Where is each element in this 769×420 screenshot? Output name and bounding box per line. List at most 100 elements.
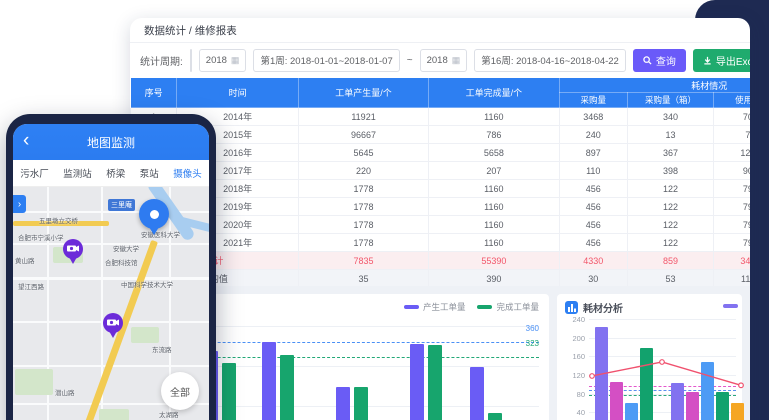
map-park <box>99 409 129 420</box>
table-cell: 96667 <box>298 126 428 144</box>
bar-completed <box>354 387 368 420</box>
summary-cell: 7835 <box>298 252 428 270</box>
camera-marker-icon[interactable] <box>103 313 123 333</box>
map-expand-button[interactable]: › <box>13 195 26 213</box>
y-axis-tick: 160 <box>572 352 589 361</box>
sub-column-header: 使用量 <box>714 93 750 108</box>
table-cell: 11921 <box>298 108 428 126</box>
report-table: 序号时间工单产生量/个工单完成量/个耗材情况采购量采购量（箱）使用量库存量 12… <box>130 77 750 288</box>
filter-bar: 统计周期: 年季月周日 2018 ▦ 第1周: 2018-01-01~2018-… <box>130 43 750 77</box>
map-poi-label: 安徽大学 <box>113 243 139 253</box>
bar-completed <box>488 413 502 420</box>
bar-completed <box>222 363 236 420</box>
table-cell: 90 <box>714 162 750 180</box>
table-cell: 1160 <box>429 108 559 126</box>
back-icon[interactable]: ‹ <box>23 128 29 154</box>
map-poi-label: 潜山路 <box>55 387 75 397</box>
legend-swatch <box>404 305 419 309</box>
map-park <box>15 369 53 395</box>
consumable-chart-header: 耗材分析 <box>565 300 623 315</box>
table-row: 72020年177811604561227967 <box>131 216 751 234</box>
bar-generated <box>336 387 350 420</box>
report-table-wrap: 序号时间工单产生量/个工单完成量/个耗材情况采购量采购量（箱）使用量库存量 12… <box>130 77 750 288</box>
period-segmented: 年季月周日 <box>190 49 192 72</box>
phone-tab-bar: 污水厂监测站桥梁 泵站摄像头 <box>13 160 209 187</box>
workorder-chart-legend: 产生工单量完成工单量 <box>404 301 539 313</box>
table-cell: 122 <box>627 216 713 234</box>
phone-tab-监测站[interactable]: 监测站 <box>63 166 92 180</box>
table-row: 22015年96667786240137690 <box>131 126 751 144</box>
sub-column-header: 采购量（箱） <box>627 93 713 108</box>
search-icon <box>643 56 652 65</box>
map-all-button[interactable]: 全部 <box>161 372 199 410</box>
table-cell: 1778 <box>298 180 428 198</box>
table-cell: 124 <box>714 144 750 162</box>
table-body: 12014年11921116034683407025022015年9666778… <box>131 108 751 288</box>
phone-tab-摄像头[interactable]: 摄像头 <box>173 166 202 180</box>
map-poi-label: 太湖路 <box>159 409 179 419</box>
table-cell: 1778 <box>298 216 428 234</box>
table-cell: 897 <box>559 144 627 162</box>
column-header: 工单产生量/个 <box>298 78 428 108</box>
period-option[interactable]: 年 <box>191 50 192 71</box>
map-poi-label: 黄山路 <box>15 255 35 265</box>
calendar-icon: ▦ <box>452 55 461 66</box>
end-week-value: 第16周: 2018-04-16~2018-04-22 <box>481 53 619 67</box>
y-axis-tick: 120 <box>572 371 589 380</box>
group-column-header: 耗材情况 <box>559 78 750 93</box>
summary-cell: 111 <box>714 270 750 288</box>
phone-tab-泵站[interactable]: 泵站 <box>140 166 159 180</box>
map-view[interactable]: 三里庵 › 五里墩立交桥合肥市宁溪小学安徽大学合肥科技馆中国科学技术大学安徽医科… <box>13 187 209 420</box>
camera-marker-icon[interactable] <box>63 239 83 259</box>
reference-line-label: 360 <box>526 324 539 333</box>
start-year-value: 2018 <box>206 55 227 66</box>
charts-section: 产生工单量完成工单量 360323 耗材分析 2402001601208040 <box>130 286 750 420</box>
trend-line <box>589 318 744 420</box>
table-cell: 79 <box>714 216 750 234</box>
summary-cell: 390 <box>429 270 559 288</box>
start-week-picker[interactable]: 第1周: 2018-01-01~2018-01-07 <box>253 49 399 72</box>
table-cell: 1160 <box>429 234 559 252</box>
table-row: 62019年177811604561227967 <box>131 198 751 216</box>
end-week-picker[interactable]: 第16周: 2018-04-16~2018-04-22 <box>474 49 626 72</box>
summary-cell: 53 <box>627 270 713 288</box>
summary-cell: 349 <box>714 252 750 270</box>
export-label: 导出Excel <box>716 53 750 68</box>
map-poi-label: 合肥市宁溪小学 <box>18 232 64 242</box>
table-row: 12014年119211160346834070250 <box>131 108 751 126</box>
table-cell: 122 <box>627 234 713 252</box>
location-marker-icon[interactable] <box>139 199 169 229</box>
query-button[interactable]: 查询 <box>633 49 686 72</box>
export-excel-button[interactable]: 导出Excel <box>693 49 750 72</box>
table-cell: 122 <box>627 180 713 198</box>
map-poi-label: 望江西路 <box>18 281 44 291</box>
map-poi-label: 东流路 <box>152 344 172 354</box>
table-row: 52018年177811604561227967 <box>131 180 751 198</box>
phone-tab-污水厂[interactable]: 污水厂 <box>20 166 49 180</box>
summary-cell: 4330 <box>559 252 627 270</box>
table-row: 82021年177811604561227967 <box>131 234 751 252</box>
table-cell: 220 <box>298 162 428 180</box>
legend-label: 完成工单量 <box>496 301 539 313</box>
start-year-picker[interactable]: 2018 ▦ <box>199 49 247 72</box>
range-separator: ~ <box>407 55 413 66</box>
end-year-value: 2018 <box>427 55 448 66</box>
end-year-picker[interactable]: 2018 ▦ <box>420 49 468 72</box>
breadcrumb-text: 数据统计 / 维修报表 <box>144 23 237 38</box>
summary-cell: 30 <box>559 270 627 288</box>
table-cell: 1778 <box>298 234 428 252</box>
summary-cell: 35 <box>298 270 428 288</box>
table-cell: 79 <box>714 234 750 252</box>
average-row: 平均值35390305311134 <box>131 270 751 288</box>
table-cell: 398 <box>627 162 713 180</box>
phone-tab-桥梁[interactable]: 桥梁 <box>106 166 125 180</box>
breadcrumb: 数据统计 / 维修报表 <box>130 18 750 43</box>
sub-column-header: 采购量 <box>559 93 627 108</box>
table-cell: 79 <box>714 180 750 198</box>
table-cell: 13 <box>627 126 713 144</box>
table-cell: 79 <box>714 198 750 216</box>
phone-header: ‹ 地图监测 <box>13 124 209 160</box>
consumable-chart-plot: 2402001601208040 <box>589 318 736 420</box>
table-cell: 1160 <box>429 198 559 216</box>
phone-mockup: ‹ 地图监测 污水厂监测站桥梁 泵站摄像头 <box>6 114 216 420</box>
